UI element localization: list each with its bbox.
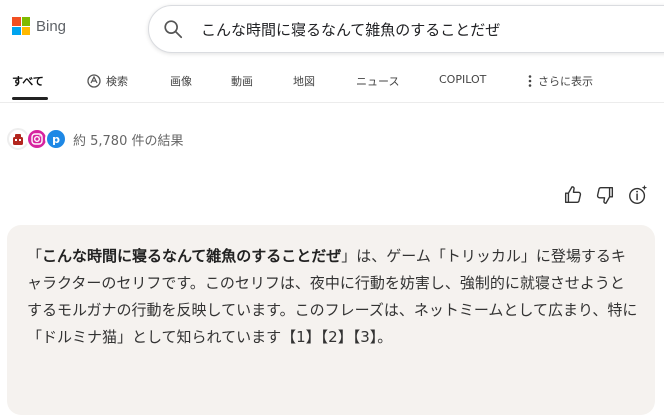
tab-videos[interactable]: 動画 — [231, 73, 253, 89]
p-app-icon[interactable]: p — [45, 128, 67, 150]
more-vertical-icon — [528, 75, 532, 87]
tab-more[interactable]: さらに表示 — [527, 73, 593, 89]
tab-news[interactable]: ニュース — [356, 73, 399, 89]
thumbs-up-icon[interactable] — [562, 184, 584, 206]
microsoft-logo-icon — [12, 17, 30, 35]
active-tab-indicator — [12, 97, 48, 100]
copilot-answer-card: 「こんな時間に寝るなんて雑魚のすることだぜ」は、ゲーム「トリッカル」に登場するキ… — [7, 225, 655, 415]
search-icon[interactable] — [162, 18, 184, 40]
search-input[interactable]: こんな時間に寝るなんて雑魚のすることだぜ — [148, 5, 664, 53]
results-count: 約 5,780 件の結果 — [73, 133, 184, 149]
answer-open-quote: 「 — [27, 247, 43, 265]
tabs-divider — [0, 102, 664, 103]
brand-name: Bing — [36, 17, 67, 35]
tab-copilot[interactable]: COPILOT — [439, 73, 486, 86]
tab-more-label: さらに表示 — [538, 75, 593, 88]
answer-text: 「こんな時間に寝るなんて雑魚のすることだぜ」は、ゲーム「トリッカル」に登場するキ… — [27, 243, 639, 351]
tab-search-label: 検索 — [106, 75, 128, 88]
answer-highlight: こんな時間に寝るなんて雑魚のすることだぜ — [42, 247, 342, 265]
results-summary: p 約 5,780 件の結果 — [7, 128, 183, 150]
tab-images[interactable]: 画像 — [170, 73, 192, 89]
bing-logo[interactable]: Bing — [12, 17, 66, 35]
search-tabs: すべて 検索 画像 動画 地図 ニュース COPILOT さらに表示 — [0, 66, 664, 102]
thumbs-down-icon[interactable] — [594, 184, 616, 206]
copilot-search-icon — [87, 74, 101, 88]
info-sparkle-icon[interactable] — [627, 184, 649, 206]
search-query[interactable]: こんな時間に寝るなんて雑魚のすることだぜ — [201, 19, 500, 40]
tab-maps[interactable]: 地図 — [293, 73, 315, 89]
tab-search[interactable]: 検索 — [86, 73, 128, 89]
tab-all[interactable]: すべて — [12, 73, 44, 89]
